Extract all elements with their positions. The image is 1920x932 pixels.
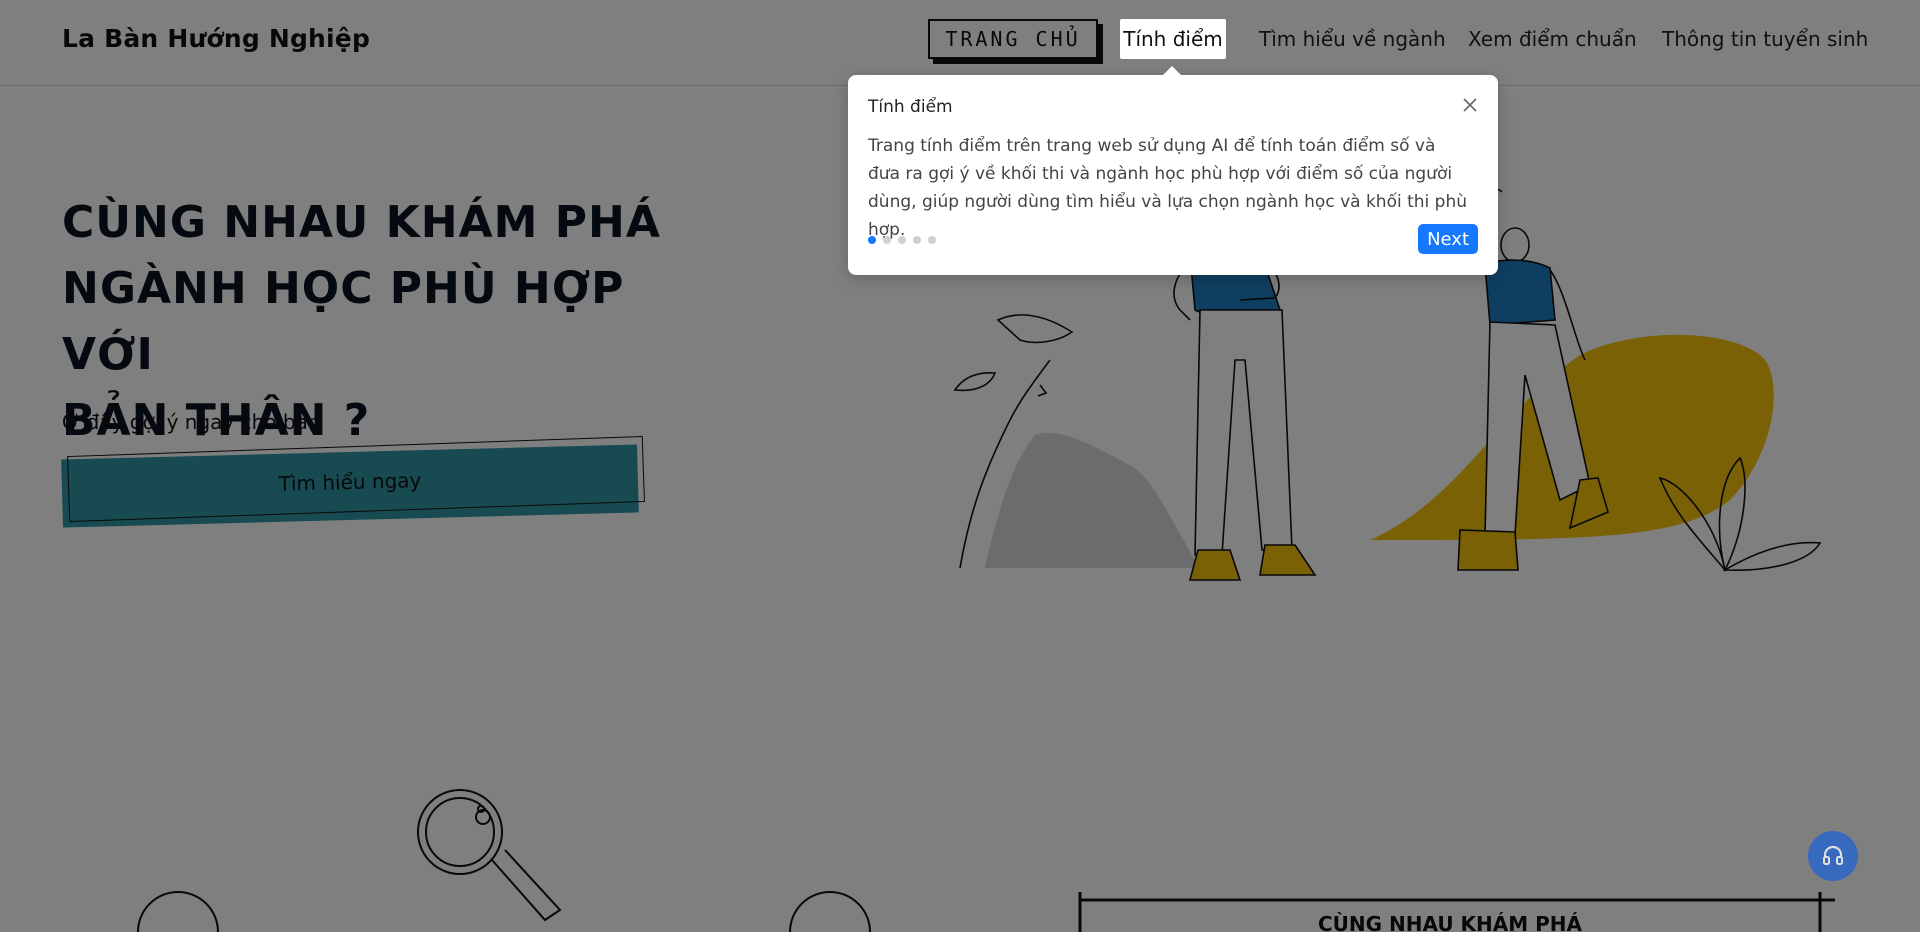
nav-score[interactable]: Tính điểm — [1120, 19, 1226, 59]
tour-popover: Tính điểm Trang tính điểm trên trang web… — [848, 75, 1498, 275]
step-dot[interactable] — [868, 236, 876, 244]
step-dot[interactable] — [913, 236, 921, 244]
next-button[interactable]: Next — [1418, 224, 1478, 254]
step-dot[interactable] — [898, 236, 906, 244]
step-dot[interactable] — [928, 236, 936, 244]
popover-title: Tính điểm — [868, 97, 953, 117]
popover-description: Trang tính điểm trên trang web sử dụng A… — [868, 136, 1468, 240]
headset-icon — [1823, 845, 1843, 865]
step-indicator — [868, 236, 936, 244]
popover-arrow — [1162, 66, 1182, 76]
support-button[interactable] — [1808, 831, 1858, 881]
step-dot[interactable] — [883, 236, 891, 244]
close-icon[interactable] — [1460, 95, 1480, 115]
